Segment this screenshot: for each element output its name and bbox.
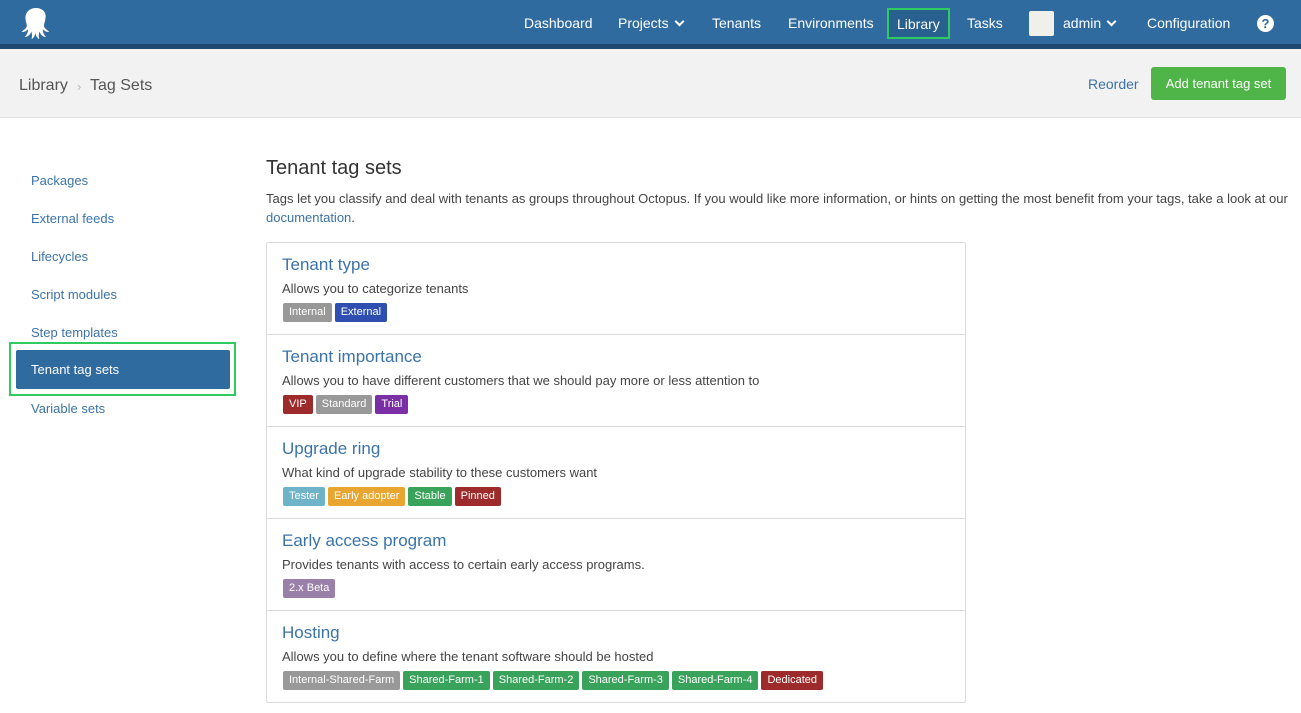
sidebar-item-variable-sets[interactable]: Variable sets <box>31 401 105 416</box>
sidebar-item-packages[interactable]: Packages <box>31 173 88 188</box>
tag-set-title[interactable]: Tenant importance <box>282 347 422 367</box>
nav-user-label: admin <box>1063 15 1102 31</box>
page-title: Tenant tag sets <box>266 157 402 179</box>
nav-projects-label: Projects <box>618 15 669 31</box>
tag-list: Internal-Shared-Farm Shared-Farm-1 Shared-… <box>283 671 826 691</box>
tag-set-row[interactable]: Tenant type Allows you to categorize ten… <box>267 243 965 335</box>
user-avatar-icon[interactable] <box>1029 11 1054 36</box>
tag-set-row[interactable]: Early access program Provides tenants wi… <box>267 519 965 611</box>
nav-configuration[interactable]: Configuration <box>1147 0 1230 44</box>
tag-badge: Standard <box>315 395 373 414</box>
tag-set-description: Provides tenants with access to certain … <box>282 557 645 572</box>
tag-set-description: Allows you to define where the tenant so… <box>282 649 654 664</box>
tag-badge: Stable <box>408 487 452 506</box>
tag-badge: Trial <box>375 395 409 414</box>
page-description-text: Tags let you classify and deal with tena… <box>266 191 1288 206</box>
nav-environments[interactable]: Environments <box>788 0 874 44</box>
tag-badge: Pinned <box>454 487 501 506</box>
help-icon[interactable]: ? <box>1257 15 1274 32</box>
page-description-end: . <box>351 210 355 225</box>
tag-badge: Tester <box>283 487 325 506</box>
nav-tasks[interactable]: Tasks <box>967 0 1003 44</box>
tag-set-row[interactable]: Tenant importance Allows you to have dif… <box>267 335 965 427</box>
nav-library[interactable]: Library <box>887 8 950 39</box>
tag-badge: Shared-Farm-2 <box>492 671 580 690</box>
breadcrumb-current: Tag Sets <box>90 77 153 94</box>
tag-badge: External <box>334 303 388 322</box>
tag-set-description: What kind of upgrade stability to these … <box>282 465 598 480</box>
sidebar-item-external-feeds[interactable]: External feeds <box>31 211 114 226</box>
tag-set-title[interactable]: Early access program <box>282 531 446 551</box>
sidebar-item-lifecycles[interactable]: Lifecycles <box>31 249 88 264</box>
tag-list: 2.x Beta <box>283 579 338 599</box>
chevron-down-icon <box>674 16 685 27</box>
breadcrumb-separator-icon: › <box>77 79 82 94</box>
tag-list: Tester Early adopter Stable Pinned <box>283 487 504 507</box>
tag-set-description: Allows you to have different customers t… <box>282 373 760 388</box>
tag-set-row[interactable]: Upgrade ring What kind of upgrade stabil… <box>267 427 965 519</box>
tag-list: VIP Standard Trial <box>283 395 411 415</box>
sidebar-item-script-modules[interactable]: Script modules <box>31 287 117 302</box>
add-tenant-tag-set-button[interactable]: Add tenant tag set <box>1151 67 1286 100</box>
tag-badge: Dedicated <box>761 671 824 690</box>
tag-badge: Early adopter <box>327 487 406 506</box>
nav-user-menu[interactable]: admin <box>1063 0 1117 44</box>
tag-badge: Shared-Farm-4 <box>671 671 759 690</box>
tag-set-title[interactable]: Tenant type <box>282 255 370 275</box>
tag-badge: VIP <box>283 395 313 414</box>
chevron-down-icon <box>1106 16 1117 27</box>
sidebar-item-tenant-tag-sets[interactable]: Tenant tag sets <box>16 350 230 389</box>
nav-tenants[interactable]: Tenants <box>712 0 761 44</box>
breadcrumb-library[interactable]: Library <box>19 77 68 95</box>
tag-badge: Internal-Shared-Farm <box>283 671 401 690</box>
nav-projects[interactable]: Projects <box>618 0 685 44</box>
tag-set-title[interactable]: Upgrade ring <box>282 439 380 459</box>
tag-set-row[interactable]: Hosting Allows you to define where the t… <box>267 611 965 703</box>
tag-badge: Internal <box>283 303 332 322</box>
tag-badge: 2.x Beta <box>283 579 336 598</box>
documentation-link[interactable]: documentation <box>266 210 351 225</box>
nav-dashboard[interactable]: Dashboard <box>524 0 593 44</box>
tag-badge: Shared-Farm-1 <box>403 671 490 690</box>
page-description: Tags let you classify and deal with tena… <box>266 189 1296 227</box>
tag-list: Internal External <box>283 303 390 323</box>
sidebar-item-step-templates[interactable]: Step templates <box>31 325 118 340</box>
tag-set-title[interactable]: Hosting <box>282 623 340 643</box>
octopus-logo-icon[interactable] <box>19 6 53 40</box>
tag-set-list: Tenant type Allows you to categorize ten… <box>266 242 966 703</box>
tag-set-description: Allows you to categorize tenants <box>282 281 469 296</box>
reorder-link[interactable]: Reorder <box>1088 76 1139 92</box>
tag-badge: Shared-Farm-3 <box>582 671 669 690</box>
